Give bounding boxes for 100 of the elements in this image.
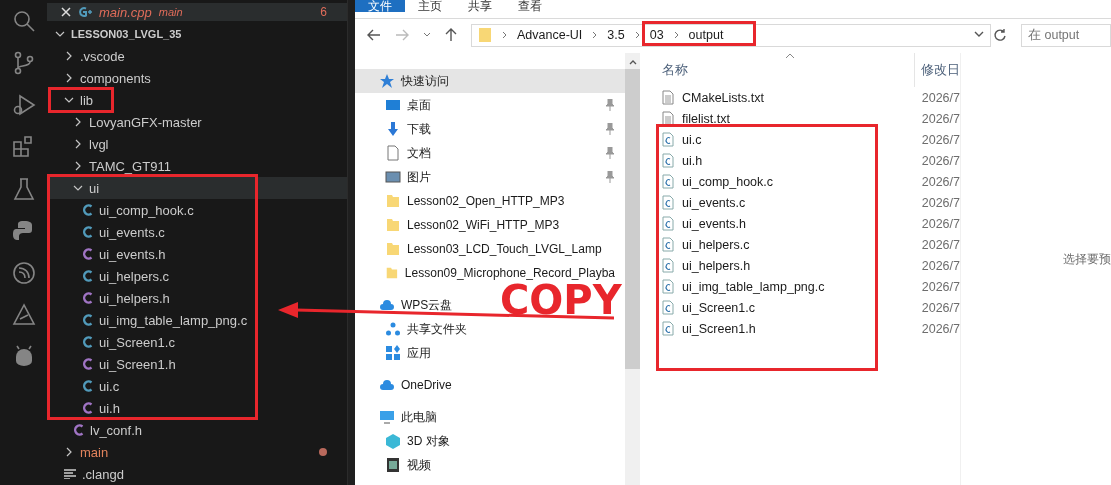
breadcrumb-separator-icon <box>502 31 507 39</box>
nav-item[interactable]: Lesson09_Microphone_Record_Playba <box>404 266 615 280</box>
file-name[interactable]: ui_Screen1.h <box>682 321 756 336</box>
share-icon <box>385 321 401 337</box>
pc-icon <box>379 409 395 425</box>
highlight-box <box>48 87 114 113</box>
column-header[interactable]: 名称 <box>662 61 914 79</box>
cpp-file-icon <box>78 6 92 18</box>
scroll-up-icon[interactable] <box>628 59 637 65</box>
nav-item[interactable]: Lesson02_WiFi_HTTP_MP3 <box>407 218 560 232</box>
file-item[interactable]: ui_helpers.h <box>99 290 170 306</box>
video-icon <box>385 457 401 473</box>
back-arrow-icon[interactable] <box>367 29 381 41</box>
file-name[interactable]: ui.c <box>682 132 702 147</box>
search-field[interactable]: 在 output <box>1021 23 1111 47</box>
file-item[interactable]: .clangd <box>82 466 124 482</box>
breadcrumb-item[interactable]: output <box>688 28 724 42</box>
breadcrumb-item[interactable]: 3.5 <box>607 28 625 42</box>
sort-caret-icon <box>785 53 795 59</box>
breadcrumb-separator-icon <box>592 31 598 39</box>
header-file-icon <box>82 402 93 414</box>
file-item[interactable]: ui_Screen1.h <box>99 356 176 372</box>
file-name[interactable]: ui_events.c <box>682 195 746 210</box>
file-name[interactable]: ui.h <box>682 153 703 168</box>
file-name[interactable]: ui_helpers.h <box>682 258 751 273</box>
file-item[interactable]: lv_conf.h <box>90 422 143 438</box>
up-arrow-icon[interactable] <box>445 28 457 42</box>
folder-item[interactable]: ui <box>89 180 100 196</box>
nav-item[interactable]: 快速访问 <box>401 72 449 90</box>
breadcrumb-item[interactable]: 03 <box>649 28 664 42</box>
nav-item[interactable]: 3D 对象 <box>407 432 450 450</box>
file-item[interactable]: ui.c <box>99 378 120 394</box>
folder-item[interactable]: TAMC_GT911 <box>89 158 171 174</box>
file-item[interactable]: ui_Screen1.c <box>99 334 175 350</box>
modified-date: 2026/7 <box>920 195 960 210</box>
nav-item[interactable]: 文档 <box>407 144 431 162</box>
scrollbar[interactable] <box>625 53 640 485</box>
chevron-down-icon <box>73 183 83 193</box>
annotation-label: COPY <box>500 283 622 317</box>
folder-item[interactable]: lib <box>80 92 93 108</box>
close-icon[interactable] <box>61 7 71 17</box>
nav-item[interactable]: 共享文件夹 <box>407 320 467 338</box>
downloads-icon <box>385 121 401 137</box>
file-item[interactable]: ui_helpers.c <box>99 268 170 284</box>
c-file-icon <box>662 258 674 273</box>
breadcrumb-separator-icon <box>673 31 679 39</box>
folder-item[interactable]: .vscode <box>80 48 125 64</box>
chevron-down-icon[interactable] <box>974 31 984 39</box>
nav-item[interactable]: OneDrive <box>401 378 452 392</box>
breadcrumb-item[interactable]: Advance-UI <box>517 28 583 42</box>
nav-item[interactable]: 下载 <box>407 120 431 138</box>
file-name[interactable]: filelist.txt <box>682 111 730 126</box>
file-name[interactable]: ui_img_table_lamp_png.c <box>682 279 825 294</box>
espressif-icon[interactable] <box>10 260 37 286</box>
folder-item[interactable]: main <box>80 444 109 460</box>
modified-date: 2026/7 <box>920 111 960 126</box>
file-name[interactable]: ui_events.h <box>682 216 746 231</box>
column-header[interactable]: 修改日 <box>914 53 960 87</box>
nav-item[interactable]: 应用 <box>407 344 431 362</box>
file-name[interactable]: CMakeLists.txt <box>682 90 764 105</box>
ribbon-tab[interactable]: 文件 <box>355 0 405 12</box>
file-item[interactable]: ui.h <box>99 400 120 416</box>
nav-item[interactable]: WPS云盘 <box>401 296 453 314</box>
nav-item[interactable]: 桌面 <box>407 96 431 114</box>
config-file-icon <box>64 469 76 479</box>
tool-icon[interactable] <box>10 302 37 328</box>
project-folder[interactable]: LESSON03_LVGL_35 <box>71 28 182 40</box>
ribbon-tab[interactable]: 共享 <box>455 0 505 12</box>
folder-item[interactable]: lvgl <box>89 136 109 152</box>
refresh-icon[interactable] <box>993 28 1007 42</box>
dropdown-caret-icon[interactable] <box>423 32 431 38</box>
cube-icon <box>385 433 401 449</box>
file-name[interactable]: ui_helpers.c <box>682 237 750 252</box>
file-name[interactable]: ui_comp_hook.c <box>682 174 774 189</box>
file-item[interactable]: ui_events.h <box>99 246 166 262</box>
nav-item[interactable]: Lesson02_Open_HTTP_MP3 <box>407 194 565 208</box>
nav-item[interactable]: 视频 <box>407 456 431 474</box>
open-editor-tab[interactable]: main.cpp <box>99 4 152 20</box>
file-item[interactable]: ui_events.c <box>99 224 165 240</box>
c-file-icon <box>82 380 93 392</box>
file-name[interactable]: ui_Screen1.c <box>682 300 755 315</box>
folder-item[interactable]: LovyanGFX-master <box>89 114 202 130</box>
file-item[interactable]: ui_comp_hook.c <box>99 202 194 218</box>
c-file-icon <box>82 226 93 238</box>
modified-date: 2026/7 <box>920 258 960 273</box>
nav-item[interactable]: Lesson03_LCD_Touch_LVGL_Lamp <box>407 242 602 256</box>
nav-item[interactable]: 此电脑 <box>401 408 437 426</box>
folder-icon <box>385 193 401 209</box>
folder-item[interactable]: components <box>80 70 151 86</box>
folder-icon <box>478 27 492 43</box>
modified-date: 2026/7 <box>920 174 960 189</box>
text-file-icon <box>662 111 674 126</box>
ribbon-tab[interactable]: 查看 <box>505 0 555 12</box>
c-file-icon <box>662 216 674 231</box>
nav-item[interactable]: 图片 <box>407 168 431 186</box>
ribbon-tab[interactable]: 主页 <box>405 0 455 12</box>
address-bar[interactable]: Advance-UI 3.5 03 output <box>471 23 991 47</box>
header-file-icon <box>82 358 93 370</box>
c-file-icon <box>82 204 93 216</box>
file-item[interactable]: ui_img_table_lamp_png.c <box>99 312 248 328</box>
